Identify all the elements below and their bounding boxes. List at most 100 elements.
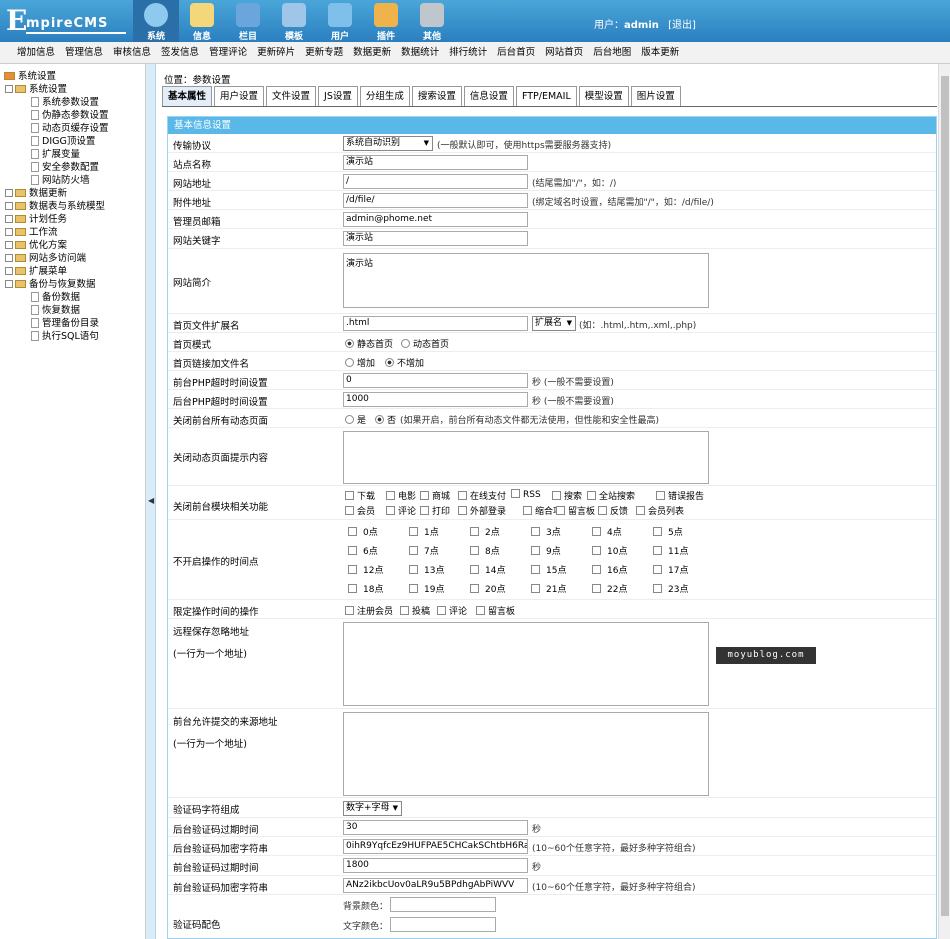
- hour-option[interactable]: 13点: [409, 563, 444, 576]
- sidebar-item[interactable]: 扩展菜单: [0, 265, 145, 278]
- checkbox-icon[interactable]: [592, 565, 601, 574]
- hour-option[interactable]: 2点: [470, 525, 500, 538]
- hour-option[interactable]: 3点: [531, 525, 561, 538]
- index-ext-input[interactable]: .html: [343, 316, 528, 331]
- top-nav-tools[interactable]: 插件: [363, 0, 409, 42]
- attach-url-input[interactable]: /d/file/: [343, 193, 528, 208]
- sidebar-item[interactable]: DIGG顶设置: [0, 135, 145, 148]
- hour-option[interactable]: 4点: [592, 525, 622, 538]
- tab-3[interactable]: JS设置: [318, 86, 358, 106]
- admin-email-input[interactable]: admin@phome.net: [343, 212, 528, 227]
- checkbox-icon[interactable]: [420, 506, 429, 515]
- hour-option[interactable]: 23点: [653, 582, 688, 595]
- hour-option[interactable]: 0点: [348, 525, 378, 538]
- hour-option[interactable]: 12点: [348, 563, 383, 576]
- index-link-no-add[interactable]: 不增加: [385, 356, 424, 369]
- checkbox-icon[interactable]: [348, 565, 357, 574]
- checkbox-icon[interactable]: [592, 584, 601, 593]
- back-captcha-key-input[interactable]: 0ihR9YqfcEz9HUFPAE5CHCakSChtbH6RaeRy: [343, 839, 528, 854]
- front-captcha-expire-input[interactable]: 1800: [343, 858, 528, 873]
- top-nav-folder[interactable]: 栏目: [225, 0, 271, 42]
- quick-menu-item[interactable]: 增加信息: [12, 42, 60, 63]
- logout-link[interactable]: [退出]: [668, 20, 696, 31]
- sidebar-item[interactable]: 安全参数配置: [0, 161, 145, 174]
- hour-option[interactable]: 14点: [470, 563, 505, 576]
- checkbox-icon[interactable]: [531, 584, 540, 593]
- close-module-option[interactable]: 电影: [386, 489, 416, 502]
- checkbox-icon[interactable]: [592, 527, 601, 536]
- hour-option[interactable]: 18点: [348, 582, 383, 595]
- text-color-input[interactable]: [390, 917, 496, 932]
- remote-ignore-textarea[interactable]: [343, 622, 709, 706]
- radio-selected-icon[interactable]: [345, 339, 354, 348]
- hour-option[interactable]: 17点: [653, 563, 688, 576]
- hour-option[interactable]: 8点: [470, 544, 500, 557]
- top-nav-edit[interactable]: 信息: [179, 0, 225, 42]
- checkbox-icon[interactable]: [523, 506, 532, 515]
- expand-icon[interactable]: [5, 267, 13, 275]
- radio-icon[interactable]: [345, 358, 354, 367]
- checkbox-icon[interactable]: [348, 527, 357, 536]
- sidebar-item[interactable]: 系统参数设置: [0, 96, 145, 109]
- sidebar-item[interactable]: 扩展变量: [0, 148, 145, 161]
- checkbox-icon[interactable]: [511, 489, 520, 498]
- tab-0[interactable]: 基本属性: [162, 86, 213, 106]
- tab-8[interactable]: 模型设置: [578, 86, 629, 106]
- quick-menu-item[interactable]: 后台地图: [588, 42, 636, 63]
- close-tip-textarea[interactable]: [343, 431, 709, 484]
- index-mode-dynamic[interactable]: 动态首页: [401, 337, 449, 350]
- captcha-chars-select[interactable]: 数字+字母 ▼: [343, 801, 402, 816]
- index-ext-select[interactable]: 扩展名 ▼: [532, 316, 576, 331]
- hour-option[interactable]: 20点: [470, 582, 505, 595]
- checkbox-icon[interactable]: [409, 584, 418, 593]
- allowed-source-textarea[interactable]: [343, 712, 709, 796]
- close-module-option[interactable]: 会员列表: [636, 504, 684, 517]
- php-back-input[interactable]: 1000: [343, 392, 528, 407]
- checkbox-icon[interactable]: [345, 606, 354, 615]
- checkbox-icon[interactable]: [420, 491, 429, 500]
- close-module-option[interactable]: 搜索: [552, 489, 582, 502]
- quick-menu-item[interactable]: 管理信息: [60, 42, 108, 63]
- checkbox-icon[interactable]: [409, 565, 418, 574]
- quick-menu-item[interactable]: 管理评论: [204, 42, 252, 63]
- checkbox-icon[interactable]: [552, 491, 561, 500]
- tab-2[interactable]: 文件设置: [266, 86, 317, 106]
- sidebar-item[interactable]: 备份与恢复数据: [0, 278, 145, 291]
- sidebar-item[interactable]: 数据表与系统模型: [0, 200, 145, 213]
- checkbox-icon[interactable]: [470, 546, 479, 555]
- scrollbar-thumb[interactable]: [941, 76, 949, 916]
- checkbox-icon[interactable]: [470, 565, 479, 574]
- php-front-input[interactable]: 0: [343, 373, 528, 388]
- hour-option[interactable]: 15点: [531, 563, 566, 576]
- hour-option[interactable]: 19点: [409, 582, 444, 595]
- sidebar-item[interactable]: 计划任务: [0, 213, 145, 226]
- sidebar-item[interactable]: 系统设置: [0, 83, 145, 96]
- close-module-option[interactable]: 全站搜索: [587, 489, 635, 502]
- close-dynamic-yes[interactable]: 是: [345, 413, 366, 426]
- quick-menu-item[interactable]: 数据更新: [348, 42, 396, 63]
- top-nav-template[interactable]: 模板: [271, 0, 317, 42]
- sidebar-item[interactable]: 网站防火墙: [0, 174, 145, 187]
- sidebar-item[interactable]: 备份数据: [0, 291, 145, 304]
- page-scrollbar[interactable]: [938, 64, 950, 939]
- back-captcha-expire-input[interactable]: 30: [343, 820, 528, 835]
- checkbox-icon[interactable]: [531, 565, 540, 574]
- checkbox-icon[interactable]: [386, 506, 395, 515]
- close-module-option[interactable]: 外部登录: [458, 504, 506, 517]
- quick-menu-item[interactable]: 更新专题: [300, 42, 348, 63]
- checkbox-icon[interactable]: [400, 606, 409, 615]
- collapse-icon[interactable]: [5, 280, 13, 288]
- limit-op-option[interactable]: 注册会员: [345, 604, 393, 617]
- checkbox-icon[interactable]: [345, 491, 354, 500]
- checkbox-icon[interactable]: [409, 546, 418, 555]
- sidebar-item[interactable]: 动态页缓存设置: [0, 122, 145, 135]
- expand-icon[interactable]: [5, 254, 13, 262]
- empirecms-logo[interactable]: E mpireCMS: [6, 4, 126, 38]
- quick-menu-item[interactable]: 后台首页: [492, 42, 540, 63]
- tab-5[interactable]: 搜索设置: [411, 86, 462, 106]
- expand-icon[interactable]: [5, 189, 13, 197]
- protocol-select[interactable]: 系统自动识别 ▼: [343, 136, 433, 151]
- close-module-option[interactable]: 在线支付: [458, 489, 506, 502]
- sidebar-item[interactable]: 优化方案: [0, 239, 145, 252]
- hour-option[interactable]: 16点: [592, 563, 627, 576]
